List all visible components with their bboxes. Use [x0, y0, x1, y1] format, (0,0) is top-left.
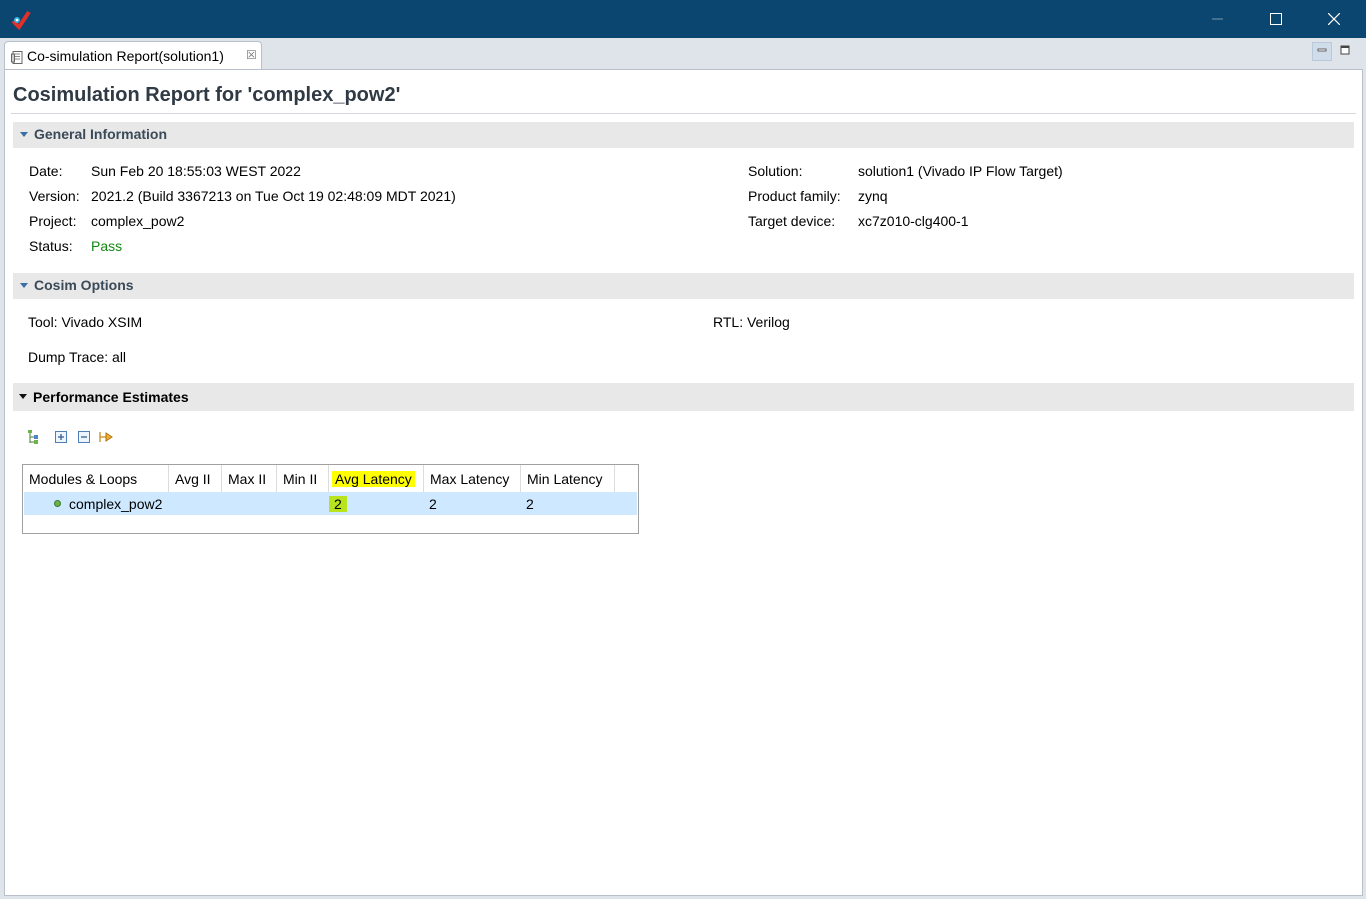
collapse-arrow-icon[interactable]	[19, 394, 27, 399]
table-row[interactable]: complex_pow2 2 2 2	[24, 492, 637, 515]
version-value: 2021.2 (Build 3367213 on Tue Oct 19 02:4…	[91, 188, 456, 204]
min-latency-cell: 2	[526, 496, 534, 512]
solution-label: Solution:	[748, 163, 803, 179]
date-value: Sun Feb 20 18:55:03 WEST 2022	[91, 163, 301, 179]
avg-latency-cell: 2	[329, 496, 347, 512]
project-label: Project:	[29, 213, 77, 229]
section-title: Cosim Options	[34, 277, 134, 293]
section-general-information[interactable]: General Information	[13, 122, 1354, 148]
module-status-icon	[54, 500, 61, 507]
expand-all-icon[interactable]	[53, 429, 69, 445]
project-value: complex_pow2	[91, 213, 185, 229]
target-device-label: Target device:	[748, 213, 836, 229]
collapse-all-icon[interactable]	[76, 429, 92, 445]
column-header-avg-ii[interactable]: Avg II	[169, 465, 222, 492]
column-header-max-latency[interactable]: Max Latency	[424, 465, 521, 492]
title-divider	[11, 113, 1356, 114]
maximize-icon	[1270, 13, 1282, 25]
editor-tab-bar: Co-simulation Report(solution1) ☒	[0, 38, 1366, 70]
column-header-min-latency[interactable]: Min Latency	[521, 465, 615, 492]
module-name: complex_pow2	[69, 496, 163, 512]
hierarchy-icon[interactable]	[25, 429, 41, 445]
vitis-hls-app-icon	[11, 10, 31, 31]
maximize-view-icon	[1340, 45, 1350, 55]
section-title: General Information	[34, 126, 168, 142]
max-latency-cell: 2	[429, 496, 437, 512]
tab-label: Co-simulation Report(solution1)	[27, 48, 224, 64]
window-minimize-button[interactable]	[1189, 0, 1247, 38]
column-header-max-ii[interactable]: Max II	[222, 465, 277, 492]
section-title: Performance Estimates	[33, 389, 189, 405]
collapse-arrow-icon[interactable]	[20, 283, 28, 288]
target-device-value: xc7z010-clg400-1	[858, 213, 969, 229]
window-close-button[interactable]	[1305, 0, 1363, 38]
report-title: Cosimulation Report for 'complex_pow2'	[13, 84, 401, 106]
cosim-tool: Tool: Vivado XSIM	[28, 314, 143, 330]
column-header-modules[interactable]: Modules & Loops	[23, 465, 169, 492]
collapse-arrow-icon[interactable]	[20, 132, 28, 137]
section-performance-estimates[interactable]: Performance Estimates	[13, 383, 1354, 411]
date-label: Date:	[29, 163, 63, 179]
cosim-dump-trace: Dump Trace: all	[28, 349, 127, 365]
status-label: Status:	[29, 238, 73, 254]
tab-cosim-report[interactable]: Co-simulation Report(solution1) ☒	[4, 41, 262, 70]
minimize-view-icon	[1317, 48, 1327, 52]
window-maximize-button[interactable]	[1247, 0, 1305, 38]
view-maximize-button[interactable]	[1336, 42, 1356, 61]
cosim-rtl: RTL: Verilog	[713, 314, 790, 330]
column-header-avg-latency[interactable]: Avg Latency	[329, 465, 424, 492]
report-editor: Cosimulation Report for 'complex_pow2' G…	[4, 69, 1363, 896]
product-family-label: Product family:	[748, 188, 841, 204]
section-cosim-options[interactable]: Cosim Options	[13, 273, 1354, 299]
close-icon	[1328, 13, 1340, 25]
goto-icon[interactable]	[98, 429, 114, 445]
performance-table[interactable]: Modules & Loops Avg II Max II Min II Avg…	[22, 464, 639, 534]
tab-close-icon[interactable]: ☒	[246, 48, 257, 62]
status-value: Pass	[91, 238, 123, 254]
minimize-icon	[1212, 18, 1223, 20]
version-label: Version:	[29, 188, 80, 204]
report-icon	[11, 51, 23, 64]
solution-value: solution1 (Vivado IP Flow Target)	[858, 163, 1063, 179]
view-minimize-button[interactable]	[1312, 42, 1332, 61]
column-header-min-ii[interactable]: Min II	[277, 465, 329, 492]
product-family-value: zynq	[858, 188, 888, 204]
window-titlebar	[0, 0, 1366, 38]
